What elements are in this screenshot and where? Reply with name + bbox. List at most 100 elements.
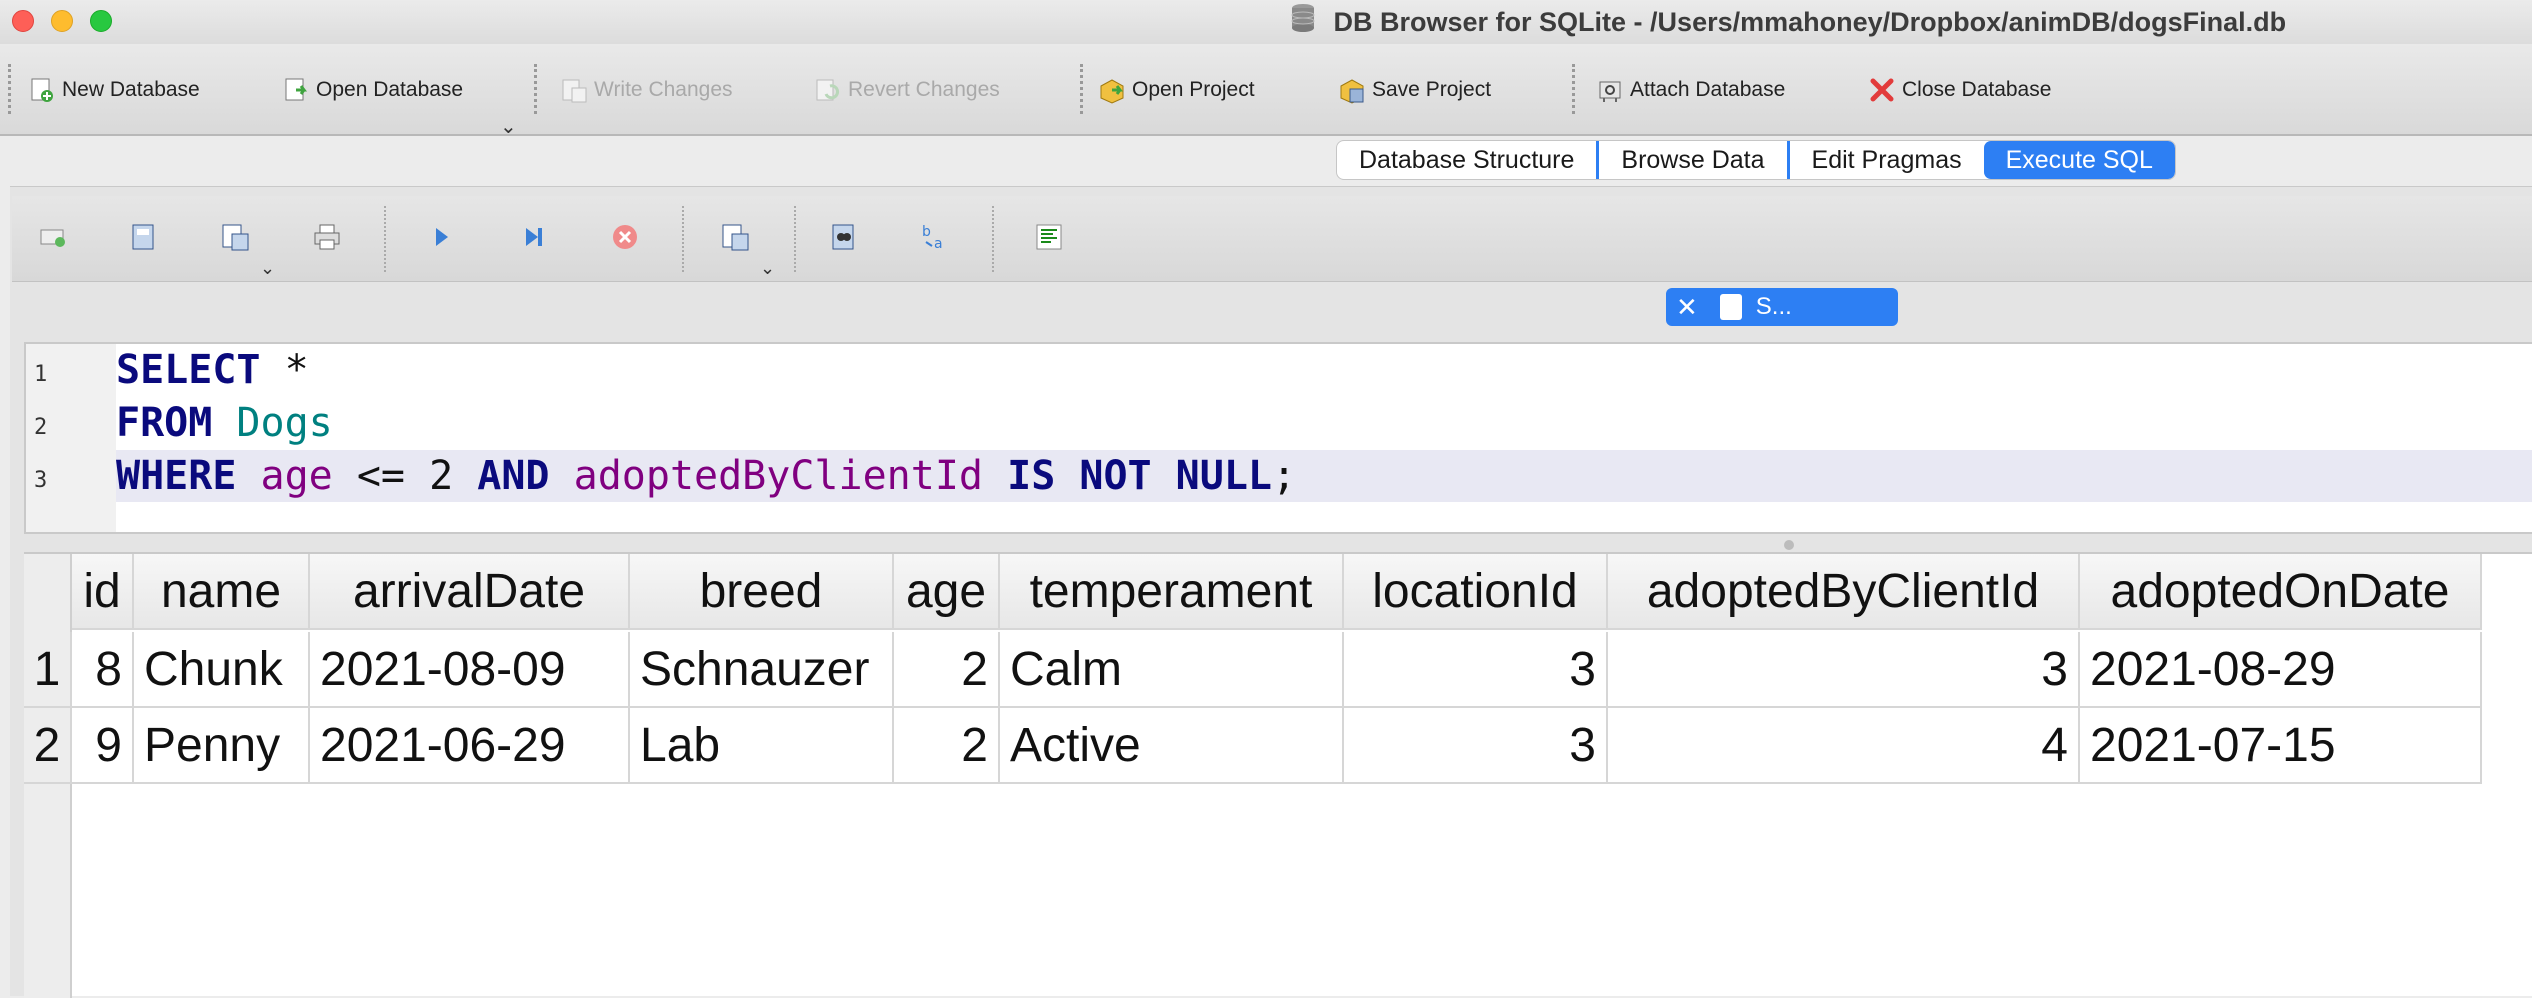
- table-cell-locationId[interactable]: 3: [1344, 708, 1608, 784]
- play-icon: [426, 222, 456, 257]
- open-project-icon: [1098, 76, 1126, 104]
- revert-changes-icon: [814, 76, 842, 104]
- print-button[interactable]: [310, 222, 344, 256]
- table-cell-adoptedByClientId[interactable]: 3: [1608, 632, 2080, 708]
- new-database-button[interactable]: New Database: [28, 72, 200, 108]
- open-project-button[interactable]: Open Project: [1098, 72, 1255, 108]
- code-line-3[interactable]: WHERE age <= 2 AND adoptedByClientId IS …: [116, 450, 2532, 502]
- stop-icon: [610, 222, 640, 257]
- close-tab-icon[interactable]: ✕: [1676, 292, 1698, 323]
- table-cell-arrivalDate[interactable]: 2021-06-29: [310, 708, 630, 784]
- save-project-icon: [1338, 76, 1366, 104]
- save-project-button[interactable]: Save Project: [1338, 72, 1491, 108]
- stop-execution-button[interactable]: [608, 222, 642, 256]
- sql-toolbar-separator: [384, 206, 386, 272]
- line-number: 2: [34, 415, 48, 440]
- save-results-dropdown-arrow[interactable]: ⌄: [760, 258, 775, 279]
- sql-token: <= 2: [332, 453, 478, 499]
- save-results-button[interactable]: [718, 222, 752, 256]
- row-header[interactable]: 1: [24, 632, 72, 708]
- column-header-name[interactable]: name: [134, 554, 310, 630]
- toolbar-grip[interactable]: [8, 64, 12, 114]
- write-changes-icon: [560, 76, 588, 104]
- line-number: 1: [34, 362, 48, 387]
- comment-toggle-button[interactable]: [1032, 222, 1066, 256]
- open-database-button[interactable]: Open Database: [282, 72, 463, 108]
- revert-changes-button[interactable]: Revert Changes: [814, 72, 1000, 108]
- column-header-id[interactable]: id: [72, 554, 134, 630]
- column-header-breed[interactable]: breed: [630, 554, 894, 630]
- find-replace-button[interactable]: ba: [918, 222, 952, 256]
- sql-toolbar: ⌄ ⌄ ba: [12, 196, 2532, 282]
- row-header[interactable]: 2: [24, 708, 72, 784]
- close-database-icon: [1868, 76, 1896, 104]
- sql-query-tab[interactable]: ✕ S...: [1666, 288, 1898, 326]
- sql-token: Dogs: [236, 400, 333, 446]
- sql-token: adoptedByClientId: [573, 453, 984, 499]
- sql-toolbar-separator: [794, 206, 796, 272]
- save-sql-dropdown-arrow[interactable]: ⌄: [260, 258, 275, 279]
- table-cell-temperament[interactable]: Calm: [1000, 632, 1344, 708]
- table-cell-adoptedOnDate[interactable]: 2021-08-29: [2080, 632, 2482, 708]
- table-cell-id[interactable]: 8: [72, 632, 134, 708]
- column-header-locationId[interactable]: locationId: [1344, 554, 1608, 630]
- sql-token: ;: [1272, 453, 1297, 499]
- document-icon: [1719, 294, 1742, 320]
- editor-results-splitter[interactable]: [1784, 540, 1794, 550]
- table-cell-name[interactable]: Chunk: [134, 632, 310, 708]
- column-header-arrivalDate[interactable]: arrivalDate: [310, 554, 630, 630]
- table-cell-temperament[interactable]: Active: [1000, 708, 1344, 784]
- table-cell-adoptedByClientId[interactable]: 4: [1608, 708, 2080, 784]
- table-cell-breed[interactable]: Lab: [630, 708, 894, 784]
- title-bar: DB Browser for SQLite - /Users/mmahoney/…: [0, 0, 2532, 44]
- tab-browse-data[interactable]: Browse Data: [1599, 141, 1790, 179]
- table-cell-locationId[interactable]: 3: [1344, 632, 1608, 708]
- sql-editor[interactable]: 1 2 3 SELECT * FROM Dogs WHERE age <= 2 …: [24, 342, 2532, 534]
- column-header-temperament[interactable]: temperament: [1000, 554, 1344, 630]
- tab-database-structure[interactable]: Database Structure: [1337, 141, 1600, 179]
- execute-current-line-button[interactable]: [516, 222, 550, 256]
- column-header-age[interactable]: age: [894, 554, 1000, 630]
- column-header-adoptedByClientId[interactable]: adoptedByClientId: [1608, 554, 2080, 630]
- open-database-dropdown-arrow[interactable]: ⌄: [500, 114, 517, 139]
- table-cell-name[interactable]: Penny: [134, 708, 310, 784]
- main-toolbar: New Database Open Database ⌄ Write Chang…: [0, 44, 2532, 139]
- table-cell-breed[interactable]: Schnauzer: [630, 632, 894, 708]
- window-title-container: DB Browser for SQLite - /Users/mmahoney/…: [1290, 0, 2286, 44]
- new-tab-icon: [38, 222, 68, 257]
- open-file-icon: [128, 222, 158, 257]
- save-sql-file-button[interactable]: [218, 222, 252, 256]
- sql-token: *: [260, 347, 309, 393]
- execute-all-button[interactable]: [424, 222, 458, 256]
- svg-text:b: b: [922, 224, 931, 240]
- sql-tab-label: S...: [1755, 293, 1792, 320]
- tab-execute-sql[interactable]: Execute SQL: [1983, 141, 2175, 179]
- sql-token: AND: [477, 453, 550, 499]
- window-close-button[interactable]: [12, 10, 34, 32]
- find-button[interactable]: [826, 222, 860, 256]
- find-icon: [828, 222, 858, 257]
- column-header-adoptedOnDate[interactable]: adoptedOnDate: [2080, 554, 2482, 630]
- open-tab-button[interactable]: [36, 222, 70, 256]
- window-minimize-button[interactable]: [51, 10, 73, 32]
- sql-toolbar-separator: [682, 206, 684, 272]
- sql-token: age: [260, 453, 333, 499]
- table-cell-age[interactable]: 2: [894, 632, 1000, 708]
- open-sql-file-button[interactable]: [126, 222, 160, 256]
- attach-database-button[interactable]: Attach Database: [1596, 72, 1785, 108]
- table-cell-arrivalDate[interactable]: 2021-08-09: [310, 632, 630, 708]
- save-file-icon: [220, 222, 250, 257]
- window-maximize-button[interactable]: [90, 10, 112, 32]
- sql-token: IS NOT NULL: [1007, 453, 1273, 499]
- table-cell-id[interactable]: 9: [72, 708, 134, 784]
- code-line-2[interactable]: FROM Dogs: [116, 397, 333, 449]
- sql-token: WHERE: [116, 453, 237, 499]
- tab-edit-pragmas[interactable]: Edit Pragmas: [1790, 141, 1984, 179]
- step-icon: [518, 222, 548, 257]
- table-cell-adoptedOnDate[interactable]: 2021-07-15: [2080, 708, 2482, 784]
- table-cell-age[interactable]: 2: [894, 708, 1000, 784]
- write-changes-button[interactable]: Write Changes: [560, 72, 733, 108]
- close-database-button[interactable]: Close Database: [1868, 72, 2051, 108]
- code-line-1[interactable]: SELECT *: [116, 344, 309, 396]
